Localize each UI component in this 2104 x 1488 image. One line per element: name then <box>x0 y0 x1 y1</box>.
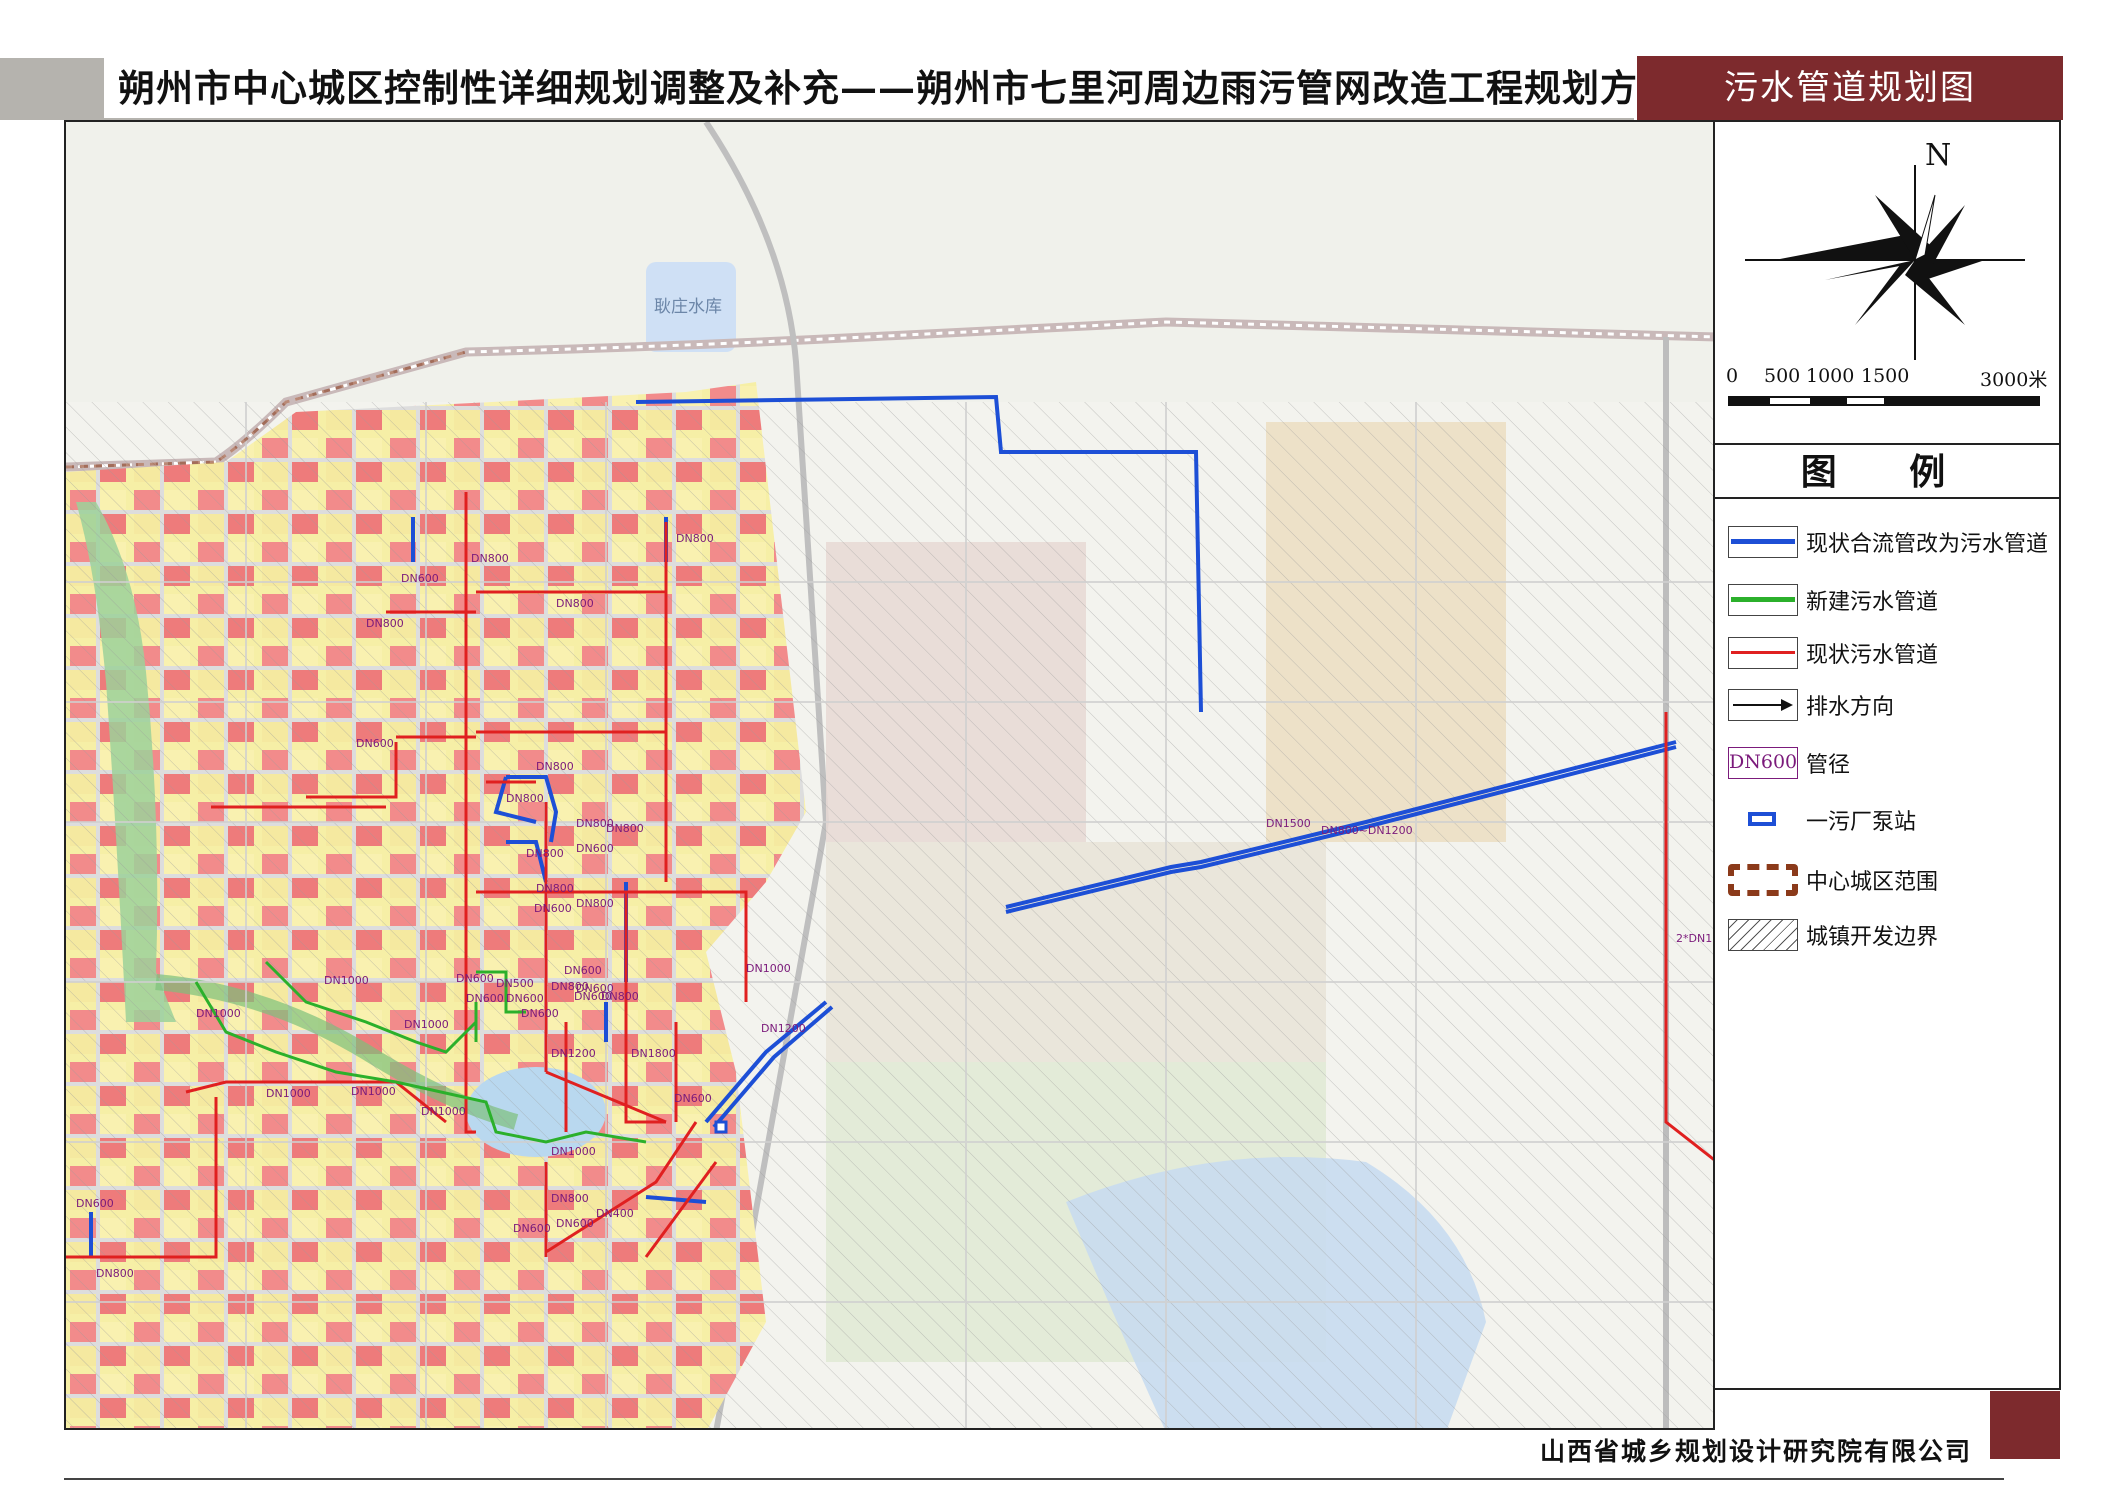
scale-bar <box>1728 396 2040 406</box>
pipe-label: DN600 <box>674 1092 712 1105</box>
arrow-icon <box>1728 689 1798 721</box>
legend-item-blue-pipe: 现状合流管改为污水管道 <box>1728 522 2048 562</box>
legend-label: 排水方向 <box>1806 695 1895 720</box>
pipe-label: DN1000 <box>746 962 791 975</box>
pipe-label: DN600 <box>76 1197 114 1210</box>
development-boundary-hatch <box>66 402 1713 1428</box>
legend-label: 新建污水管道 <box>1806 590 1939 615</box>
pipe-label: DN800 <box>366 617 404 630</box>
legend-label: 中心城区范围 <box>1806 870 1939 895</box>
pipe-label: DN800~DN1200 <box>1321 824 1413 837</box>
legend-item-arrow: 排水方向 <box>1728 685 1894 725</box>
scale-tick-500: 500 <box>1764 365 1801 387</box>
pipe-label: DN600 <box>534 902 572 915</box>
legend-item-red-pipe: 现状污水管道 <box>1728 633 1938 673</box>
pipe-label: DN400 <box>596 1207 634 1220</box>
pipe-label: DN800 <box>506 792 544 805</box>
map-canvas[interactable]: 耿庄水库 DN800 DN800 DN600 DN800 DN800 DN800… <box>64 120 1715 1430</box>
footer-red-block <box>1990 1391 2060 1459</box>
scale-tick-3000: 3000米 <box>1980 369 2048 391</box>
organization-name: 山西省城乡规划设计研究院有限公司 <box>1540 1437 1973 1466</box>
legend-label: 现状合流管改为污水管道 <box>1806 532 2049 557</box>
map-svg: 耿庄水库 DN800 DN800 DN600 DN800 DN800 DN800… <box>66 122 1715 1428</box>
red-line-icon <box>1728 637 1798 669</box>
pipe-label: DN1000 <box>324 974 369 987</box>
pump-station-icon <box>1728 804 1798 836</box>
pipe-label: DN800 <box>676 532 714 545</box>
scale-tick-1500: 1500 <box>1861 365 1910 387</box>
pipe-label: DN600 <box>456 972 494 985</box>
legend-item-pump: 一污厂泵站 <box>1728 800 1916 840</box>
title-grey-block <box>0 58 104 120</box>
pipe-label: DN800 <box>526 847 564 860</box>
boundary-icon <box>1728 864 1798 896</box>
pipe-label: 2*DN1000 <box>1676 932 1715 945</box>
compass-icon: N <box>1745 138 2025 360</box>
pipe-label: DN600 <box>513 1222 551 1235</box>
pipe-label: DN600 <box>556 1217 594 1230</box>
pipe-label: DN600 <box>521 1007 559 1020</box>
pipe-label: DN800 <box>551 1192 589 1205</box>
pipe-label: DN1000 <box>551 1145 596 1158</box>
legend-title: 图 例 <box>1715 443 2061 499</box>
map-name-banner: 污水管道规划图 <box>1637 56 2063 120</box>
pipe-label: DN600 <box>401 572 439 585</box>
pipe-label: DN800 <box>556 597 594 610</box>
pipe-label: DN800 <box>536 760 574 773</box>
legend-label: 一污厂泵站 <box>1806 810 1917 835</box>
pipe-label: DN500 <box>496 977 534 990</box>
legend-label: 城镇开发边界 <box>1806 925 1939 950</box>
north-label: N <box>1925 138 1951 173</box>
blue-line-icon <box>1728 526 1798 558</box>
pipe-label: DN800 <box>536 882 574 895</box>
dn-box-icon: DN600 <box>1728 747 1798 779</box>
legend-item-city-boundary: 中心城区范围 <box>1728 860 1938 900</box>
scale-tick-1000: 1000 <box>1806 365 1855 387</box>
pipe-label: DN800 <box>551 980 589 993</box>
pipe-label: DN600 <box>506 992 544 1005</box>
pipe-label: DN1000 <box>266 1087 311 1100</box>
scale-tick-0: 0 <box>1726 365 1739 387</box>
pipe-label: DN1200 <box>551 1047 596 1060</box>
legend-item-diameter: DN600 管径 <box>1728 743 1850 783</box>
pipe-label: DN1000 <box>351 1085 396 1098</box>
pipe-label: DN600 <box>564 964 602 977</box>
footer-line <box>64 1478 2004 1480</box>
pipe-label: DN1200 <box>761 1022 806 1035</box>
pipe-label: DN1000 <box>196 1007 241 1020</box>
reservoir-label: 耿庄水库 <box>654 297 722 317</box>
hatch-icon <box>1728 919 1798 951</box>
pipe-label: DN1000 <box>421 1105 466 1118</box>
pipe-label: DN800 <box>606 822 644 835</box>
pipe-label: DN1000 <box>404 1018 449 1031</box>
pipe-label: DN800 <box>471 552 509 565</box>
pipe-label: DN1500 <box>1266 817 1311 830</box>
legend-item-green-pipe: 新建污水管道 <box>1728 580 1938 620</box>
pipe-label: DN800 <box>576 897 614 910</box>
pipe-label: DN600 <box>356 737 394 750</box>
legend-item-dev-boundary: 城镇开发边界 <box>1728 915 1938 955</box>
pipe-label: DN800 <box>601 990 639 1003</box>
pipe-label: DN800 <box>96 1267 134 1280</box>
pipe-label: DN600 <box>576 842 614 855</box>
legend-label: 管径 <box>1806 753 1851 778</box>
map-title: 朔州市中心城区控制性详细规划调整及补充——朔州市七里河周边雨污管网改造工程规划方… <box>118 66 1676 110</box>
pipe-label: DN1800 <box>631 1047 676 1060</box>
legend-label: 现状污水管道 <box>1806 643 1939 668</box>
pipe-label: DN600 <box>466 992 504 1005</box>
green-line-icon <box>1728 584 1798 616</box>
